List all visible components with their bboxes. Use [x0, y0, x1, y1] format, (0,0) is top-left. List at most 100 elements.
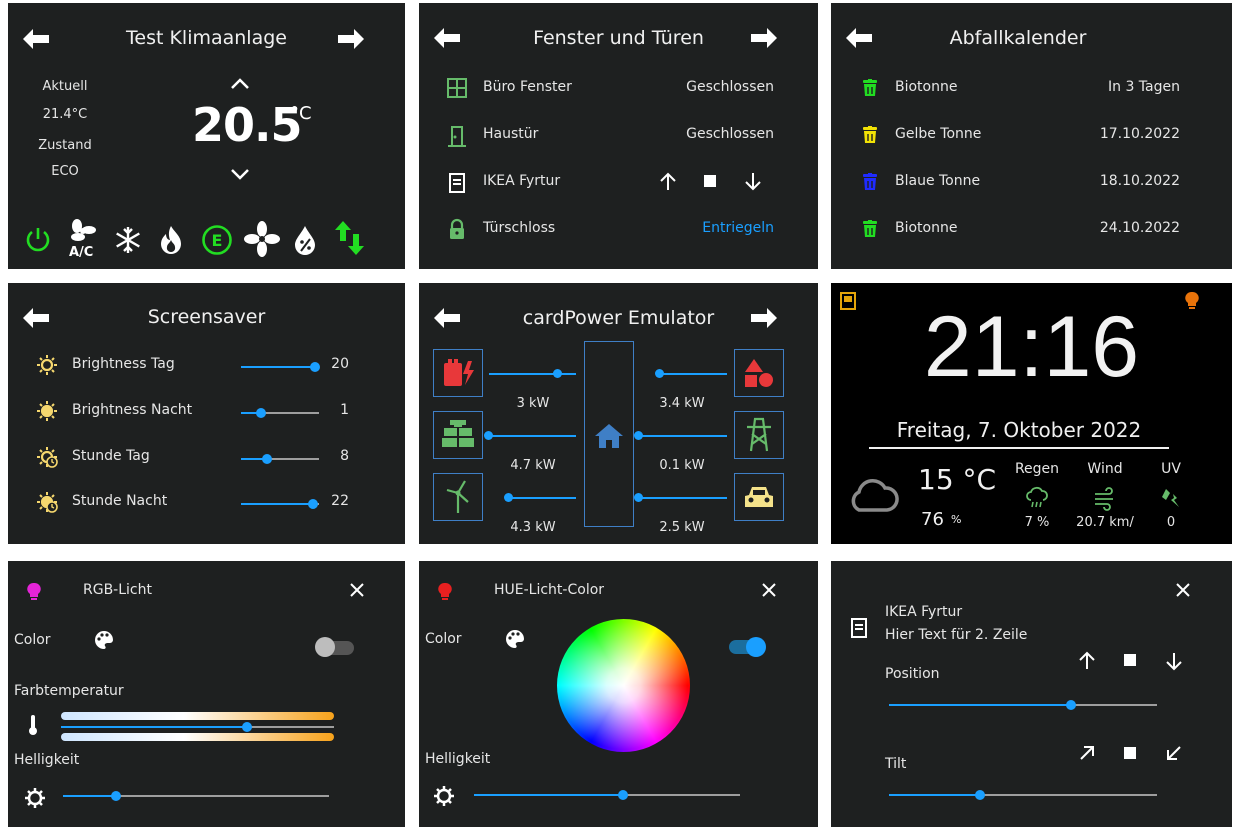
cover-card: IKEA Fyrtur Hier Text für 2. Zeile Posit…	[831, 561, 1232, 827]
svg-text:E: E	[212, 231, 223, 250]
power-icon[interactable]	[24, 225, 52, 253]
timer-day-icon	[37, 447, 58, 468]
cloud-icon	[851, 479, 899, 512]
tilt-stop-icon[interactable]	[1124, 747, 1136, 759]
brightness-slider-fill	[474, 794, 623, 796]
humidity-value: 76	[921, 509, 944, 530]
power-flow-indicator-left	[504, 493, 513, 502]
setting-slider-fill	[241, 503, 313, 505]
power-flow-line-right	[638, 497, 727, 499]
wind-label: Wind	[1087, 461, 1123, 477]
color-temperature-label: Farbtemperatur	[14, 683, 124, 699]
close-icon[interactable]	[350, 583, 364, 597]
timer-night-icon	[37, 492, 58, 513]
snowflake-icon[interactable]	[113, 225, 143, 255]
setting-slider-knob[interactable]	[310, 362, 321, 372]
power-flow-indicator-right	[655, 369, 664, 378]
color-temperature-gradient-bottom	[61, 733, 334, 741]
palette-icon[interactable]	[94, 630, 114, 650]
back-arrow-icon[interactable]	[23, 29, 49, 49]
light-title: RGB-Licht	[83, 582, 152, 598]
close-icon[interactable]	[1176, 583, 1190, 597]
setting-slider-knob[interactable]	[261, 454, 272, 464]
lightbulb-icon	[438, 582, 452, 600]
uv-icon	[1162, 489, 1179, 507]
power-flow-value: 2.5 kW	[659, 520, 705, 535]
waste-date: 24.10.2022	[1099, 220, 1180, 236]
tilt-open-icon[interactable]	[1079, 745, 1095, 761]
power-flow-indicator-right	[634, 493, 643, 502]
back-arrow-icon[interactable]	[846, 28, 872, 48]
current-temperature: 21.4°C	[42, 107, 88, 122]
forward-arrow-icon[interactable]	[751, 308, 777, 328]
brightness-slider-knob[interactable]	[617, 790, 628, 800]
rgb-light-card: RGB-Licht Color Farbtemperatur Helligkei…	[8, 561, 405, 827]
back-arrow-icon[interactable]	[23, 308, 49, 328]
climate-card: Test Klimaanlage Aktuell 21.4°C Zustand …	[8, 3, 405, 269]
waste-date: In 3 Tagen	[1108, 79, 1180, 95]
cover-stop-icon[interactable]	[704, 175, 716, 187]
uv-label: UV	[1161, 461, 1181, 477]
temperature-down-icon[interactable]	[231, 169, 249, 181]
position-stop-icon[interactable]	[1124, 654, 1136, 666]
setting-slider-knob[interactable]	[255, 408, 266, 418]
setting-slider-fill	[241, 366, 316, 368]
close-icon[interactable]	[762, 583, 776, 597]
color-wheel[interactable]	[557, 619, 690, 752]
hue-light-card: HUE-Licht-Color Color Helligkeit	[419, 561, 818, 827]
fire-icon[interactable]	[158, 225, 184, 255]
date-divider	[869, 447, 1169, 449]
color-temperature-slider-knob[interactable]	[241, 722, 252, 732]
trash-bin-icon	[863, 79, 877, 96]
palette-icon[interactable]	[505, 629, 525, 649]
position-slider-knob[interactable]	[1066, 700, 1077, 710]
rain-icon	[1026, 486, 1048, 508]
forward-arrow-icon[interactable]	[338, 29, 364, 49]
waste-date: 17.10.2022	[1099, 126, 1180, 142]
shapes-icon	[745, 359, 773, 387]
cover-name: IKEA Fyrtur	[885, 604, 963, 620]
power-flow-value: 4.7 kW	[510, 458, 556, 473]
dry-icon[interactable]	[294, 225, 316, 255]
clock-date: Freitag, 7. Oktober 2022	[896, 418, 1142, 442]
temperature-up-icon[interactable]	[231, 77, 249, 89]
light-title: HUE-Licht-Color	[494, 582, 605, 598]
forward-arrow-icon[interactable]	[751, 28, 777, 48]
page-title: Screensaver	[147, 306, 266, 328]
rain-label: Regen	[1014, 461, 1060, 477]
power-flow-value: 0.1 kW	[659, 458, 705, 473]
power-flow-line-left	[488, 435, 576, 437]
tilt-slider-knob[interactable]	[975, 790, 986, 800]
power-flow-line-right	[659, 373, 727, 375]
unlock-button[interactable]: Entriegeln	[702, 220, 774, 236]
cover-down-icon[interactable]	[745, 172, 761, 191]
svg-text:A/C: A/C	[69, 245, 93, 260]
tilt-close-icon[interactable]	[1166, 745, 1182, 761]
position-down-icon[interactable]	[1166, 652, 1182, 671]
page-title: cardPower Emulator	[522, 307, 715, 329]
screensaver-card: Screensaver Brightness Tag 20 Brightness N…	[8, 283, 405, 544]
door-icon	[448, 126, 466, 147]
power-toggle-knob	[315, 637, 335, 657]
back-arrow-icon[interactable]	[434, 28, 460, 48]
fan-icon[interactable]	[244, 221, 280, 257]
setting-value: 1	[340, 402, 349, 418]
setting-value: 8	[340, 448, 349, 464]
back-arrow-icon[interactable]	[434, 308, 460, 328]
waste-type: Biotonne	[895, 79, 958, 95]
transmission-tower-icon	[747, 417, 771, 452]
ac-fan-icon[interactable]: A/C	[68, 219, 98, 260]
entity-name: IKEA Fyrtur	[483, 173, 561, 189]
entity-name: Büro Fenster	[483, 79, 572, 95]
heat-cool-icon[interactable]	[335, 221, 365, 255]
setting-slider-knob[interactable]	[307, 499, 318, 509]
wind-speed-icon	[1095, 487, 1113, 511]
eco-icon[interactable]: E	[201, 224, 233, 256]
waste-type: Biotonne	[895, 220, 958, 236]
humidity-unit: %	[951, 513, 962, 526]
position-up-icon[interactable]	[1079, 651, 1095, 670]
brightness-slider-knob[interactable]	[111, 791, 122, 801]
tilt-slider-fill	[889, 794, 981, 796]
cover-up-icon[interactable]	[660, 172, 676, 191]
power-flow-value: 3.4 kW	[659, 396, 705, 411]
